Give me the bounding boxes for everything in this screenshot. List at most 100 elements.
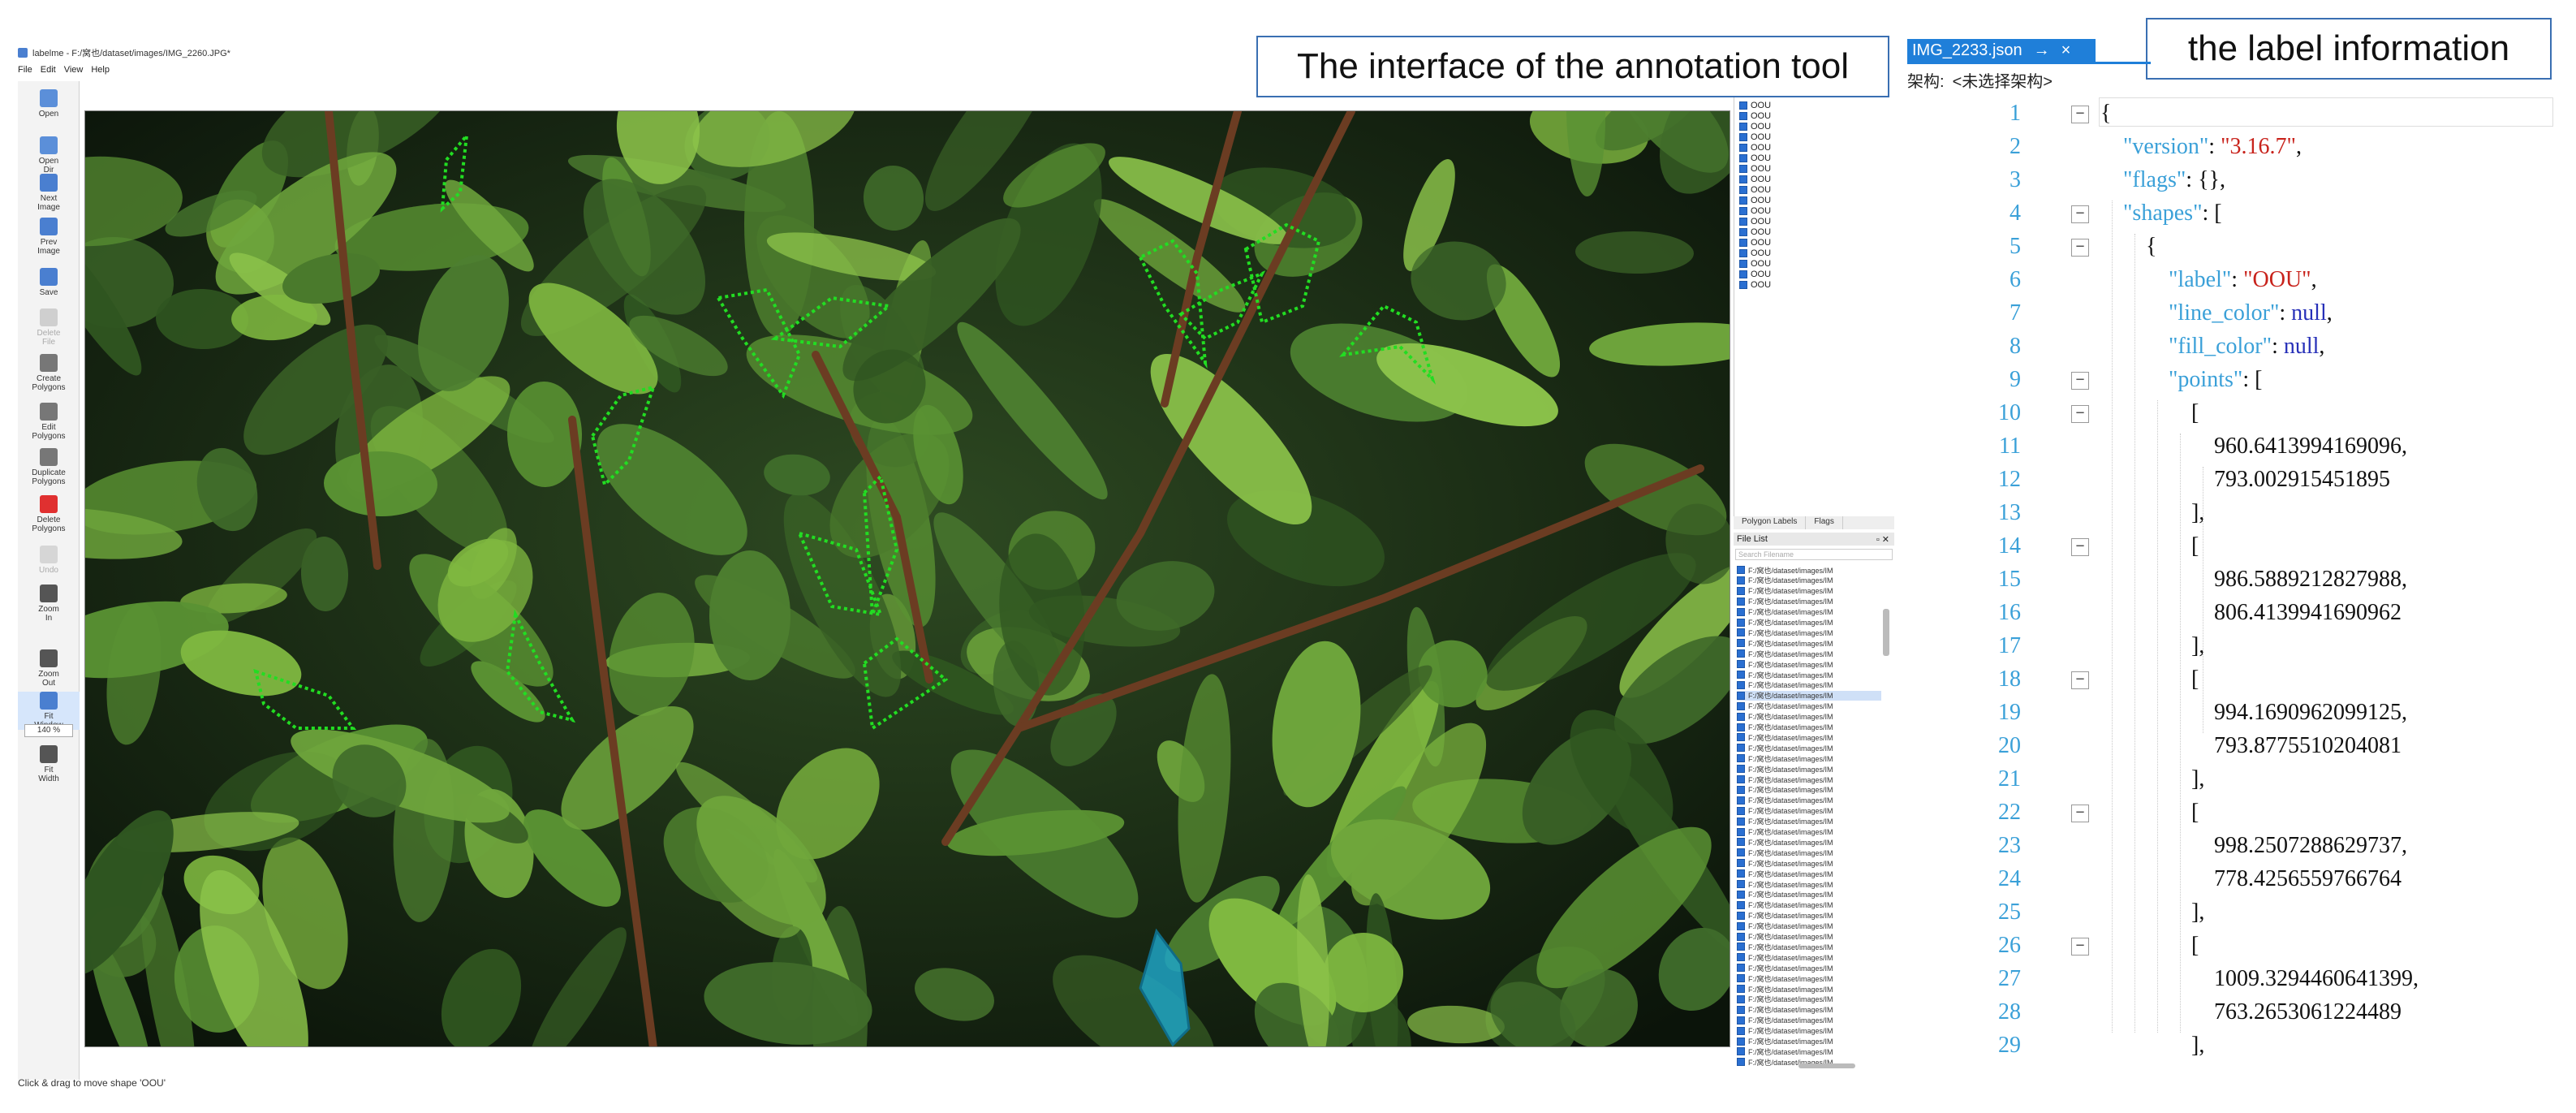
file-list-item[interactable]: F:/窝也/dataset/images/IM <box>1737 848 1833 857</box>
file-list-hscrollbar[interactable] <box>1798 1063 1855 1068</box>
label-list-item[interactable]: OOU <box>1739 196 1771 205</box>
file-list-item[interactable]: F:/窝也/dataset/images/IM <box>1737 618 1833 628</box>
file-list-item[interactable]: F:/窝也/dataset/images/IM <box>1737 1046 1833 1056</box>
checkbox-icon[interactable] <box>1737 848 1745 857</box>
checkbox-icon[interactable] <box>1737 974 1745 983</box>
dock-controls-icon[interactable]: ▫ ✕ <box>1876 534 1889 545</box>
tab-polygon-labels[interactable]: Polygon Labels <box>1734 516 1807 529</box>
checkbox-icon[interactable] <box>1737 607 1745 616</box>
fold-toggle-icon[interactable]: − <box>2071 239 2089 257</box>
checkbox-icon[interactable] <box>1739 207 1747 215</box>
file-list-item[interactable]: F:/窝也/dataset/images/IM <box>1737 806 1833 816</box>
checkbox-icon[interactable] <box>1739 281 1747 289</box>
file-list-item[interactable]: F:/窝也/dataset/images/IM <box>1737 932 1833 942</box>
file-list-item[interactable]: F:/窝也/dataset/images/IM <box>1737 890 1833 899</box>
checkbox-icon[interactable] <box>1737 827 1745 836</box>
checkbox-icon[interactable] <box>1739 123 1747 131</box>
checkbox-icon[interactable] <box>1737 817 1745 826</box>
checkbox-icon[interactable] <box>1739 144 1747 152</box>
file-list-item[interactable]: F:/窝也/dataset/images/IM <box>1737 1037 1833 1046</box>
checkbox-icon[interactable] <box>1737 1026 1745 1035</box>
checkbox-icon[interactable] <box>1737 1016 1745 1025</box>
checkbox-icon[interactable] <box>1737 806 1745 815</box>
checkbox-icon[interactable] <box>1739 218 1747 226</box>
file-list-item[interactable]: F:/窝也/dataset/images/IM <box>1737 963 1833 973</box>
checkbox-icon[interactable] <box>1737 985 1745 993</box>
file-list-item[interactable]: F:/窝也/dataset/images/IM <box>1737 796 1833 805</box>
file-list-item[interactable]: F:/窝也/dataset/images/IM <box>1737 774 1833 784</box>
checkbox-icon[interactable] <box>1737 744 1745 753</box>
file-list-item[interactable]: F:/窝也/dataset/images/IM <box>1737 952 1833 962</box>
checkbox-icon[interactable] <box>1737 586 1745 595</box>
tool-open-dir[interactable]: Open Dir <box>18 136 80 175</box>
checkbox-icon[interactable] <box>1739 112 1747 120</box>
file-list-item[interactable]: F:/窝也/dataset/images/IM <box>1737 827 1833 837</box>
checkbox-icon[interactable] <box>1737 1047 1745 1056</box>
file-list-item[interactable]: F:/窝也/dataset/images/IM <box>1737 607 1833 617</box>
checkbox-icon[interactable] <box>1739 175 1747 183</box>
checkbox-icon[interactable] <box>1737 859 1745 868</box>
file-list-item[interactable]: F:/窝也/dataset/images/IM <box>1737 921 1833 931</box>
tool-open-folder[interactable]: Open <box>18 89 80 119</box>
fold-toggle-icon[interactable]: − <box>2071 106 2089 123</box>
label-list-item[interactable]: OOU <box>1739 238 1771 248</box>
checkbox-icon[interactable] <box>1737 691 1745 700</box>
file-list-item[interactable]: F:/窝也/dataset/images/IM <box>1737 879 1833 889</box>
file-list-item[interactable]: F:/窝也/dataset/images/IM <box>1737 973 1833 983</box>
checkbox-icon[interactable] <box>1739 239 1747 247</box>
label-list-item[interactable]: OOU <box>1739 270 1771 279</box>
file-list-item[interactable]: F:/窝也/dataset/images/IM <box>1737 628 1833 637</box>
fold-toggle-icon[interactable]: − <box>2071 938 2089 956</box>
file-list-item[interactable]: F:/窝也/dataset/images/IM <box>1737 858 1833 868</box>
tool-zoom-out[interactable]: Zoom Out <box>18 649 80 688</box>
tool-duplicate-polygon[interactable]: Duplicate Polygons <box>18 448 80 486</box>
label-list-item[interactable]: OOU <box>1739 175 1771 184</box>
label-list-item[interactable]: OOU <box>1739 248 1771 258</box>
checkbox-icon[interactable] <box>1737 701 1745 710</box>
tool-undo[interactable]: Undo <box>18 546 80 575</box>
checkbox-icon[interactable] <box>1737 723 1745 731</box>
file-list-item[interactable]: F:/窝也/dataset/images/IM <box>1737 597 1833 606</box>
file-list-item[interactable]: F:/窝也/dataset/images/IM <box>1737 942 1833 951</box>
file-list-item[interactable]: F:/窝也/dataset/images/IM <box>1737 1005 1833 1015</box>
label-list-item[interactable]: OOU <box>1739 206 1771 216</box>
tool-delete-polygon[interactable]: Delete Polygons <box>18 495 80 533</box>
checkbox-icon[interactable] <box>1737 660 1745 669</box>
checkbox-icon[interactable] <box>1737 964 1745 973</box>
zoom-value-field[interactable]: 140 % <box>24 724 73 737</box>
checkbox-icon[interactable] <box>1737 890 1745 899</box>
menu-help[interactable]: Help <box>91 65 110 78</box>
file-list-item[interactable]: F:/窝也/dataset/images/IM <box>1737 1026 1833 1036</box>
label-list-item[interactable]: OOU <box>1739 164 1771 174</box>
label-list-item[interactable]: OOU <box>1739 143 1771 153</box>
checkbox-icon[interactable] <box>1737 943 1745 951</box>
checkbox-icon[interactable] <box>1739 165 1747 173</box>
checkbox-icon[interactable] <box>1739 196 1747 205</box>
checkbox-icon[interactable] <box>1739 186 1747 194</box>
file-list-item[interactable]: F:/窝也/dataset/images/IM <box>1737 753 1833 763</box>
schema-select[interactable]: <未选择架构> <box>1953 68 2053 92</box>
label-list-item[interactable]: OOU <box>1739 280 1771 290</box>
checkbox-icon[interactable] <box>1739 154 1747 162</box>
checkbox-icon[interactable] <box>1737 649 1745 658</box>
checkbox-icon[interactable] <box>1737 900 1745 909</box>
fold-toggle-icon[interactable]: − <box>2071 671 2089 689</box>
file-list-item[interactable]: F:/窝也/dataset/images/IM <box>1737 994 1833 1004</box>
menu-view[interactable]: View <box>64 65 84 78</box>
label-list-item[interactable]: OOU <box>1739 185 1771 195</box>
file-list-item[interactable]: F:/窝也/dataset/images/IM <box>1737 586 1833 596</box>
file-list-item[interactable]: F:/窝也/dataset/images/IM <box>1737 712 1833 722</box>
file-list-item[interactable]: F:/窝也/dataset/images/IM <box>1737 984 1833 994</box>
checkbox-icon[interactable] <box>1737 712 1745 721</box>
checkbox-icon[interactable] <box>1737 869 1745 878</box>
checkbox-icon[interactable] <box>1737 775 1745 783</box>
file-list-item[interactable]: F:/窝也/dataset/images/IM <box>1737 764 1833 774</box>
file-list-item[interactable]: F:/窝也/dataset/images/IM <box>1737 670 1833 679</box>
tool-prev-image[interactable]: Prev Image <box>18 218 80 256</box>
label-list-item[interactable]: OOU <box>1739 101 1771 110</box>
checkbox-icon[interactable] <box>1737 566 1745 574</box>
checkbox-icon[interactable] <box>1737 733 1745 742</box>
label-list-item[interactable]: OOU <box>1739 122 1771 132</box>
tool-create-polygon[interactable]: Create Polygons <box>18 354 80 392</box>
tool-save[interactable]: Save <box>18 268 80 297</box>
